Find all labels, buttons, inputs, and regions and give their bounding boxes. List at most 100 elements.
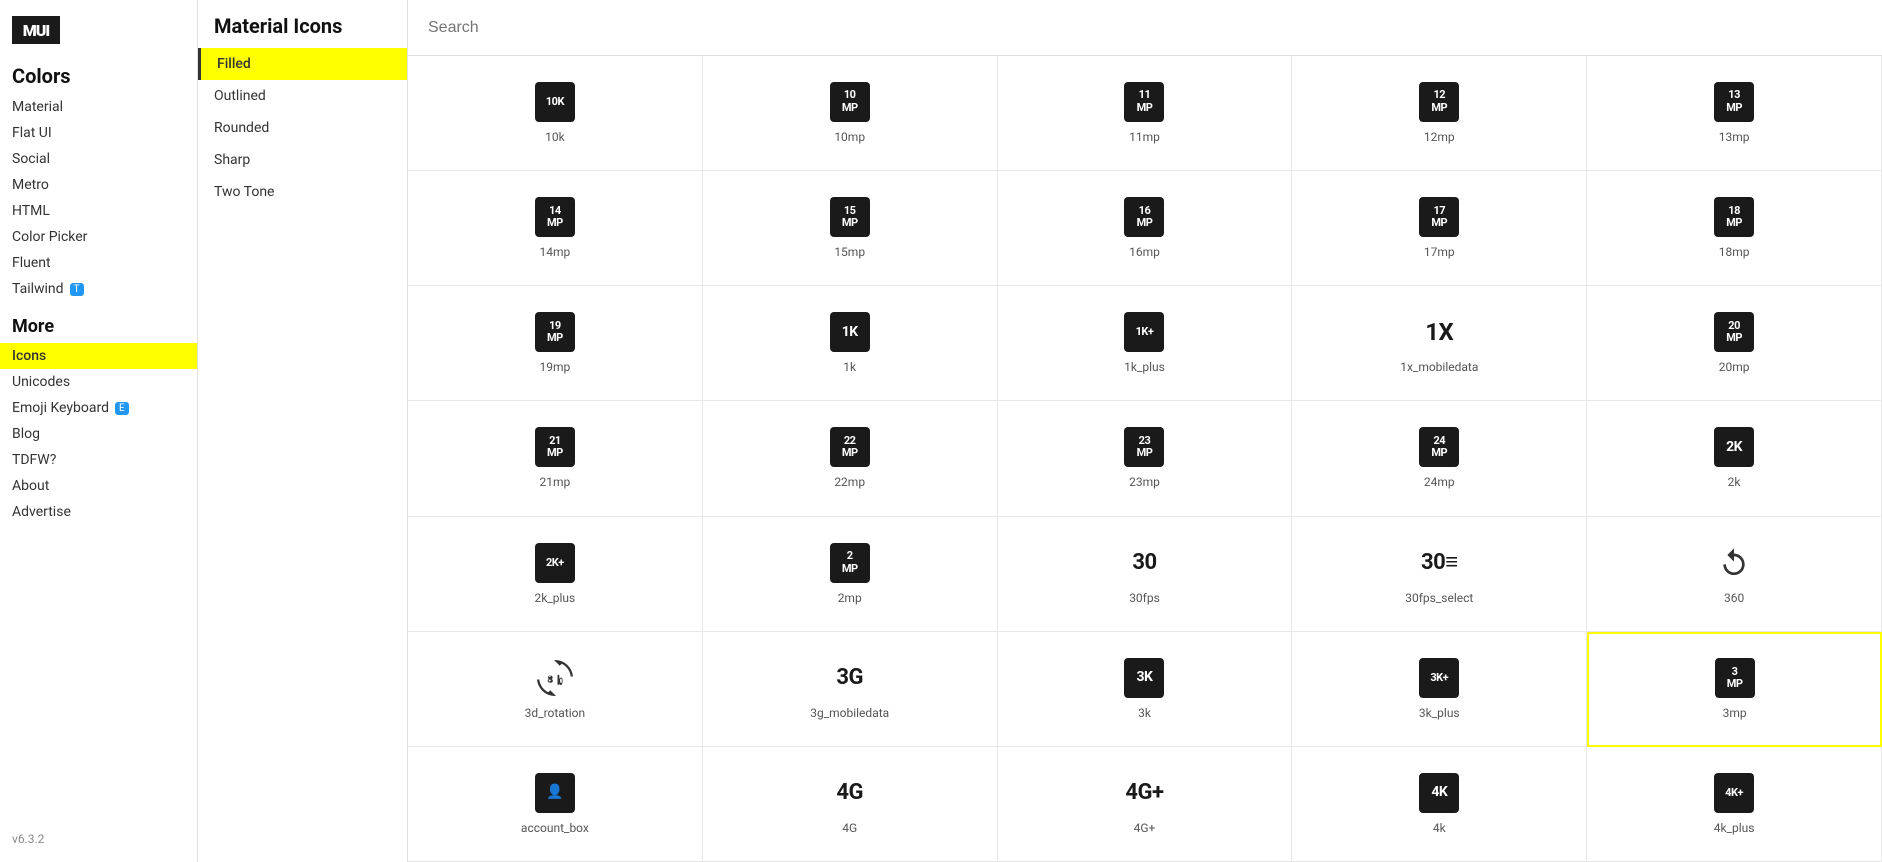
icon-cell-10k[interactable]: 10K10k <box>408 56 703 171</box>
icon-cell-2k[interactable]: 2K2k <box>1587 401 1882 516</box>
icon-label: 4G+ <box>1134 821 1156 835</box>
sidebar-item-advertise[interactable]: Advertise <box>0 499 197 525</box>
icon-cell-11mp[interactable]: 11MP11mp <box>998 56 1293 171</box>
icon-label: 30fps <box>1129 591 1160 605</box>
sidebar-item-unicodes[interactable]: Unicodes <box>0 369 197 395</box>
icon-label: 3g_mobiledata <box>810 706 889 720</box>
sidebar-item-flatui[interactable]: Flat UI <box>0 120 197 146</box>
sidebar-item-material[interactable]: Material <box>0 94 197 120</box>
icon-cell-4G+[interactable]: 4G+4G+ <box>998 747 1293 862</box>
sidebar-item-html[interactable]: HTML <box>0 198 197 224</box>
icon-cell-15mp[interactable]: 15MP15mp <box>703 171 998 286</box>
icon-cell-22mp[interactable]: 22MP22mp <box>703 401 998 516</box>
logo-icon: MUI <box>12 16 60 44</box>
icon-label: 17mp <box>1424 245 1455 259</box>
icon-cell-3d_rotation[interactable]: 3d_rotation <box>408 632 703 747</box>
icon-cell-3k[interactable]: 3K3k <box>998 632 1293 747</box>
icon-label: 3k_plus <box>1419 706 1460 720</box>
icon-label: 16mp <box>1129 245 1160 259</box>
icon-label: 360 <box>1724 591 1744 605</box>
icon-label: 3d_rotation <box>525 706 586 720</box>
icon-cell-16mp[interactable]: 16MP16mp <box>998 171 1293 286</box>
icon-cell-18mp[interactable]: 18MP18mp <box>1587 171 1882 286</box>
icon-cell-360[interactable]: 360 <box>1587 517 1882 632</box>
icon-label: 24mp <box>1424 475 1455 489</box>
icon-cell-3g_mobiledata[interactable]: 3G3g_mobiledata <box>703 632 998 747</box>
icon-label: 1k <box>843 360 856 374</box>
icon-cell-2k_plus[interactable]: 2K+2k_plus <box>408 517 703 632</box>
icon-label: account_box <box>521 821 589 835</box>
icon-label: 4k_plus <box>1714 821 1755 835</box>
sidebar-item-icons[interactable]: Icons <box>0 343 197 369</box>
icon-cell-2mp[interactable]: 2MP2mp <box>703 517 998 632</box>
icon-cell-account_box[interactable]: 👤account_box <box>408 747 703 862</box>
sidebar-item-metro[interactable]: Metro <box>0 172 197 198</box>
icon-grid: 10K10k10MP10mp11MP11mp12MP12mp13MP13mp 14… <box>408 56 1882 862</box>
icon-cell-30fps[interactable]: 3030fps <box>998 517 1293 632</box>
search-input[interactable] <box>428 19 1862 37</box>
app-logo: MUI <box>0 12 197 56</box>
main-content: 10K10k10MP10mp11MP11mp12MP12mp13MP13mp 14… <box>408 0 1882 862</box>
tab-outlined[interactable]: Outlined <box>198 80 407 112</box>
icon-label: 2k <box>1728 475 1741 489</box>
icon-label: 4k <box>1433 821 1446 835</box>
sidebar: MUI Colors Material Flat UI Social Metro… <box>0 0 198 862</box>
tab-filled[interactable]: Filled <box>198 48 407 80</box>
icon-label: 4G <box>842 821 857 835</box>
sidebar-item-about[interactable]: About <box>0 473 197 499</box>
sidebar-item-social[interactable]: Social <box>0 146 197 172</box>
search-bar <box>408 0 1882 56</box>
icon-cell-24mp[interactable]: 24MP24mp <box>1292 401 1587 516</box>
icon-label: 2k_plus <box>535 591 576 605</box>
icon-cell-4k[interactable]: 4K4k <box>1292 747 1587 862</box>
icon-cell-14mp[interactable]: 14MP14mp <box>408 171 703 286</box>
icon-label: 23mp <box>1129 475 1160 489</box>
icon-cell-30fps_select[interactable]: 30≡30fps_select <box>1292 517 1587 632</box>
icon-cell-4k_plus[interactable]: 4K+4k_plus <box>1587 747 1882 862</box>
icon-label: 15mp <box>834 245 865 259</box>
icon-label: 12mp <box>1424 130 1455 144</box>
sidebar-item-tdfw[interactable]: TDFW? <box>0 447 197 473</box>
icon-cell-19mp[interactable]: 19MP19mp <box>408 286 703 401</box>
icon-cell-1k[interactable]: 1K1k <box>703 286 998 401</box>
icon-cell-1k_plus[interactable]: 1K+1k_plus <box>998 286 1293 401</box>
colors-section-title: Colors <box>0 56 197 94</box>
tab-two-tone[interactable]: Two Tone <box>198 176 407 208</box>
icon-label: 10mp <box>834 130 865 144</box>
icon-cell-23mp[interactable]: 23MP23mp <box>998 401 1293 516</box>
icon-label: 22mp <box>834 475 865 489</box>
icon-cell-12mp[interactable]: 12MP12mp <box>1292 56 1587 171</box>
icon-label: 19mp <box>540 360 571 374</box>
icon-label: 21mp <box>540 475 571 489</box>
middle-panel: Material Icons Filled Outlined Rounded S… <box>198 0 408 862</box>
icon-label: 20mp <box>1719 360 1750 374</box>
tailwind-badge: T <box>70 283 84 296</box>
sidebar-item-emoji-keyboard[interactable]: Emoji Keyboard E <box>0 395 197 421</box>
tab-sharp[interactable]: Sharp <box>198 144 407 176</box>
icon-cell-20mp[interactable]: 20MP20mp <box>1587 286 1882 401</box>
icon-label: 13mp <box>1719 130 1750 144</box>
icon-label: 18mp <box>1719 245 1750 259</box>
icon-cell-17mp[interactable]: 17MP17mp <box>1292 171 1587 286</box>
sidebar-item-fluent[interactable]: Fluent <box>0 250 197 276</box>
icon-label: 10k <box>545 130 565 144</box>
sidebar-item-tailwind[interactable]: Tailwind T <box>0 276 197 302</box>
icon-label: 3k <box>1138 706 1151 720</box>
tab-rounded[interactable]: Rounded <box>198 112 407 144</box>
icon-label: 3mp <box>1723 706 1747 720</box>
icon-cell-3k_plus[interactable]: 3K+3k_plus <box>1292 632 1587 747</box>
sidebar-item-blog[interactable]: Blog <box>0 421 197 447</box>
middle-panel-title: Material Icons <box>198 0 407 48</box>
emoji-badge: E <box>115 402 129 415</box>
icon-cell-3mp[interactable]: 3MP3mp <box>1587 632 1882 747</box>
icon-cell-13mp[interactable]: 13MP13mp <box>1587 56 1882 171</box>
sidebar-item-color-picker[interactable]: Color Picker <box>0 224 197 250</box>
icon-cell-1x_mobiledata[interactable]: 1X1x_mobiledata <box>1292 286 1587 401</box>
more-section-title: More <box>0 302 197 343</box>
icon-label: 1k_plus <box>1124 360 1165 374</box>
icon-cell-4G[interactable]: 4G4G <box>703 747 998 862</box>
icon-cell-10mp[interactable]: 10MP10mp <box>703 56 998 171</box>
app-version: v6.3.2 <box>0 820 197 850</box>
icon-label: 14mp <box>540 245 571 259</box>
icon-cell-21mp[interactable]: 21MP21mp <box>408 401 703 516</box>
